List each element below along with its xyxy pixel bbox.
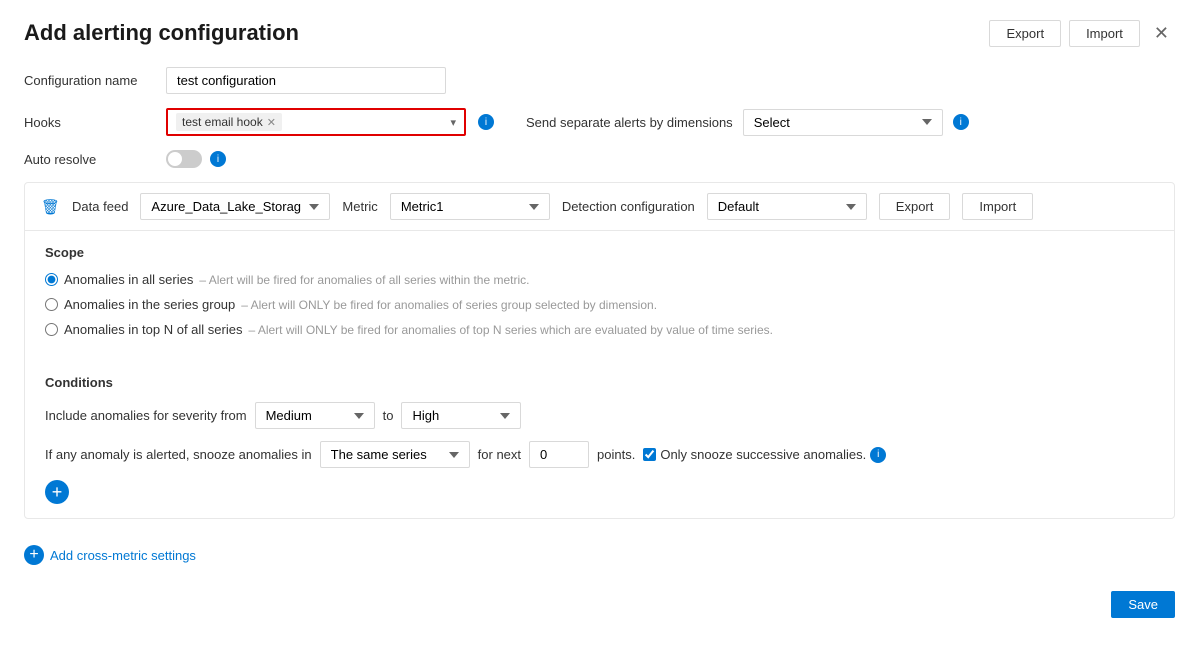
send-separate-row: Send separate alerts by dimensions Selec… — [526, 109, 1175, 136]
scope-label-1: Anomalies in all series — [64, 272, 193, 287]
data-feed-select[interactable]: Azure_Data_Lake_Storage_Ge — [140, 193, 330, 220]
detection-config-select[interactable]: Default — [707, 193, 867, 220]
export-button[interactable]: Export — [989, 20, 1061, 47]
scope-label-3: Anomalies in top N of all series — [64, 322, 242, 337]
scope-desc-1: – Alert will be fired for anomalies of a… — [199, 273, 529, 287]
severity-label: Include anomalies for severity from — [45, 408, 247, 423]
scope-title: Scope — [45, 245, 1154, 260]
severity-from-select[interactable]: Medium Low High — [255, 402, 375, 429]
hooks-info-icon[interactable]: i — [478, 114, 494, 130]
auto-resolve-label: Auto resolve — [24, 152, 154, 167]
hooks-field[interactable]: test email hook ✕ ▾ — [166, 108, 466, 136]
only-successive-label: Only snooze successive anomalies. — [660, 447, 866, 462]
send-separate-info-icon[interactable]: i — [953, 114, 969, 130]
snooze-row: If any anomaly is alerted, snooze anomal… — [45, 441, 1154, 468]
hook-tag: test email hook ✕ — [176, 113, 282, 131]
cross-metric-add-icon: + — [24, 545, 44, 565]
config-name-row: Configuration name — [24, 67, 1175, 94]
hook-tag-label: test email hook — [182, 115, 263, 129]
snooze-series-select[interactable]: The same series All series — [320, 441, 470, 468]
severity-to-label: to — [383, 408, 394, 423]
hooks-dropdown-arrow[interactable]: ▾ — [450, 116, 456, 129]
only-successive-checkbox[interactable] — [643, 448, 656, 461]
snooze-points-input[interactable] — [529, 441, 589, 468]
only-successive-container: Only snooze successive anomalies. i — [643, 447, 886, 463]
scope-desc-3: – Alert will ONLY be fired for anomalies… — [248, 323, 772, 337]
cross-metric-label: Add cross-metric settings — [50, 548, 196, 563]
import-button[interactable]: Import — [1069, 20, 1140, 47]
cross-metric-row[interactable]: + Add cross-metric settings — [24, 535, 1175, 581]
scope-option-1: Anomalies in all series – Alert will be … — [45, 272, 1154, 287]
hook-tag-close-icon[interactable]: ✕ — [267, 116, 276, 129]
scope-section: Scope Anomalies in all series – Alert wi… — [25, 231, 1174, 361]
scope-radio-2[interactable] — [45, 298, 58, 311]
conditions-title: Conditions — [45, 375, 1154, 390]
delete-icon[interactable]: 🗑 — [41, 198, 60, 216]
page-title: Add alerting configuration — [24, 20, 299, 46]
severity-row: Include anomalies for severity from Medi… — [45, 402, 1154, 429]
only-successive-info-icon[interactable]: i — [870, 447, 886, 463]
data-feed-bar: 🗑 Data feed Azure_Data_Lake_Storage_Ge M… — [25, 183, 1174, 231]
header-actions: Export Import ✕ — [989, 20, 1175, 47]
points-label: points. — [597, 447, 635, 462]
scope-radio-1[interactable] — [45, 273, 58, 286]
hooks-row: Hooks test email hook ✕ ▾ i Send separat… — [24, 108, 1175, 136]
data-feed-label: Data feed — [72, 199, 128, 214]
detection-export-button[interactable]: Export — [879, 193, 951, 220]
detection-config-label: Detection configuration — [562, 199, 695, 214]
add-condition-button[interactable]: + — [45, 480, 69, 504]
scope-radio-3[interactable] — [45, 323, 58, 336]
toggle-container: i — [166, 150, 226, 168]
close-button[interactable]: ✕ — [1148, 21, 1175, 46]
for-next-label: for next — [478, 447, 521, 462]
footer-actions: Save — [24, 581, 1175, 618]
scope-option-2: Anomalies in the series group – Alert wi… — [45, 297, 1154, 312]
scope-option-3: Anomalies in top N of all series – Alert… — [45, 322, 1154, 337]
detection-import-button[interactable]: Import — [962, 193, 1033, 220]
hooks-label: Hooks — [24, 115, 154, 130]
config-name-label: Configuration name — [24, 73, 154, 88]
auto-resolve-row: Auto resolve i — [24, 150, 1175, 168]
metric-select[interactable]: Metric1 — [390, 193, 550, 220]
send-separate-label: Send separate alerts by dimensions — [526, 115, 733, 130]
config-name-input[interactable] — [166, 67, 446, 94]
scope-desc-2: – Alert will ONLY be fired for anomalies… — [241, 298, 657, 312]
snooze-label: If any anomaly is alerted, snooze anomal… — [45, 447, 312, 462]
scope-label-2: Anomalies in the series group — [64, 297, 235, 312]
severity-to-select[interactable]: High Low Medium — [401, 402, 521, 429]
auto-resolve-toggle[interactable] — [166, 150, 202, 168]
metric-label: Metric — [342, 199, 377, 214]
main-section-card: 🗑 Data feed Azure_Data_Lake_Storage_Ge M… — [24, 182, 1175, 519]
save-button[interactable]: Save — [1111, 591, 1175, 618]
conditions-section: Conditions Include anomalies for severit… — [25, 361, 1174, 518]
auto-resolve-info-icon[interactable]: i — [210, 151, 226, 167]
send-separate-select[interactable]: Select — [743, 109, 943, 136]
